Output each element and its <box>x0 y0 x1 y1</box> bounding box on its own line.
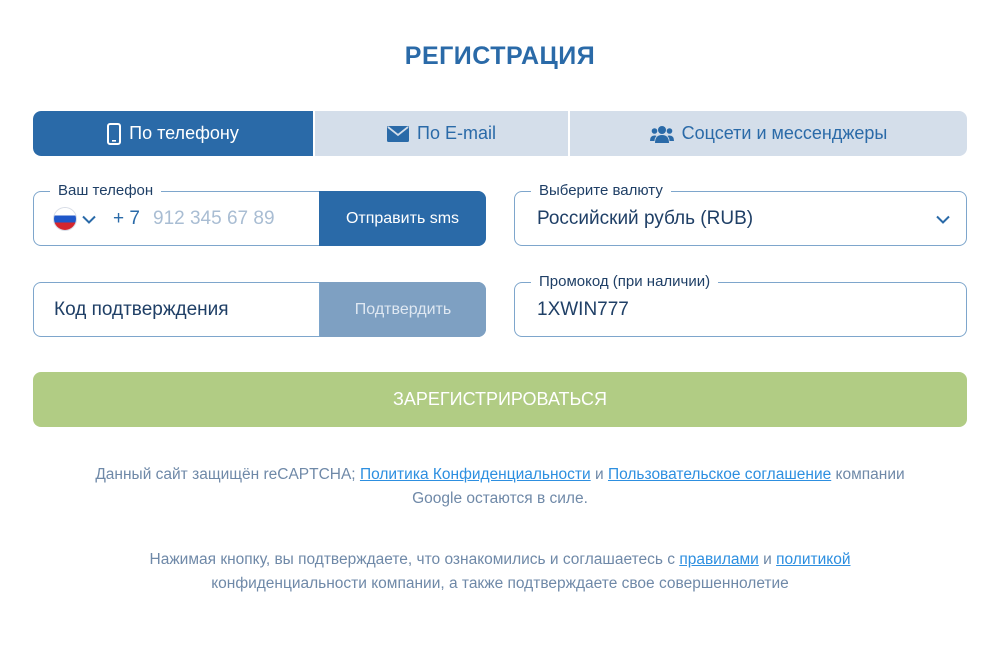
recaptcha-note-and: и <box>590 466 608 483</box>
page-title: РЕГИСТРАЦИЯ <box>404 42 596 70</box>
tab-socials[interactable]: Соцсети и мессенджеры <box>568 111 967 156</box>
confirm-button[interactable]: Подтвердить <box>319 282 486 337</box>
recaptcha-note-suffix-2: Google остаются в силе. <box>412 490 588 507</box>
policy-link[interactable]: политикой <box>776 551 850 568</box>
chevron-down-icon[interactable] <box>82 212 96 230</box>
russia-flag-icon[interactable] <box>54 208 76 230</box>
registration-tabs: По телефону По E-mail Соцсети и мессендж… <box>33 111 967 156</box>
tab-socials-label: Соцсети и мессенджеры <box>681 123 888 143</box>
envelope-icon <box>387 125 410 142</box>
recaptcha-note: Данный сайт защищён reCAPTCHA; Политика … <box>50 463 950 511</box>
phone-legend: Ваш телефон <box>50 182 162 200</box>
tab-phone-label: По телефону <box>129 123 239 143</box>
privacy-policy-link[interactable]: Политика Конфиденциальности <box>360 466 591 483</box>
phone-input[interactable] <box>153 203 313 235</box>
consent-note-suffix: конфиденциальности компании, а также под… <box>211 575 789 592</box>
registration-panel: РЕГИСТРАЦИЯ По телефону По E-mail Соцсет… <box>0 0 1000 645</box>
currency-select[interactable]: Выберите валюту Российский рубль (RUB) <box>514 182 967 246</box>
chevron-down-icon <box>936 212 950 230</box>
consent-note: Нажимая кнопку, вы подтверждаете, что оз… <box>50 548 950 596</box>
consent-note-text: Нажимая кнопку, вы подтверждаете, что оз… <box>149 551 680 568</box>
tab-phone[interactable]: По телефону <box>33 111 313 156</box>
users-icon <box>649 125 674 143</box>
tab-email[interactable]: По E-mail <box>313 111 568 156</box>
confirmation-code-field: Подтвердить <box>33 282 486 337</box>
recaptcha-note-suffix: компании <box>831 466 905 483</box>
phone-icon <box>107 122 122 145</box>
consent-note-and: и <box>758 551 777 568</box>
tab-email-label: По E-mail <box>417 123 496 143</box>
confirmation-code-input[interactable] <box>54 294 304 326</box>
register-button[interactable]: ЗАРЕГИСТРИРОВАТЬСЯ <box>33 372 967 427</box>
country-code: + 7 <box>113 208 140 229</box>
promo-legend: Промокод (при наличии) <box>531 273 719 291</box>
terms-link[interactable]: Пользовательское соглашение <box>608 466 831 483</box>
rules-link[interactable]: правилами <box>679 551 759 568</box>
promo-code-input[interactable] <box>537 294 937 326</box>
currency-selected-value: Российский рубль (RUB) <box>537 208 754 229</box>
send-sms-button[interactable]: Отправить sms <box>319 191 486 246</box>
promo-code-field: Промокод (при наличии) <box>514 273 967 337</box>
phone-field: Ваш телефон + 7 Отправить sms <box>33 182 486 246</box>
recaptcha-note-text: Данный сайт защищён reCAPTCHA; <box>95 466 360 483</box>
currency-legend: Выберите валюту <box>531 182 671 200</box>
